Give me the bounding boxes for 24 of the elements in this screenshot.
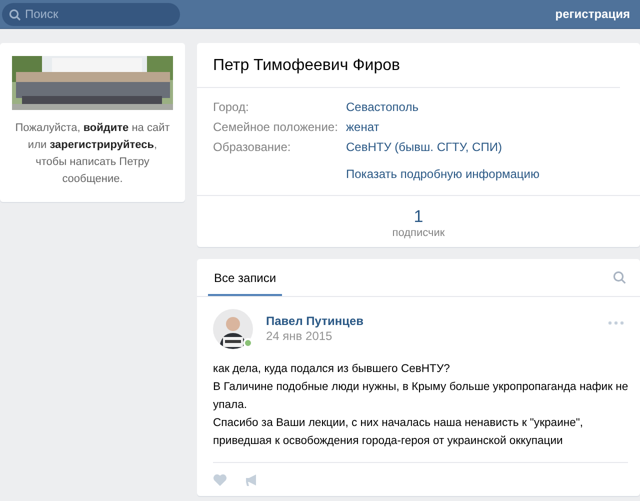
follower-count: 1 [414, 207, 424, 227]
field-value-link[interactable]: женат [346, 120, 380, 134]
field-value-link[interactable]: Севастополь [346, 100, 418, 114]
post-text: Спасибо за Ваши лекции, с них началась наша ненависть к "украине", приведшая к освобождения города-героя от украинской оккупации [213, 416, 584, 449]
wall-tab[interactable]: Все записи [208, 259, 282, 296]
more-icon[interactable] [608, 321, 624, 325]
search-field[interactable]: Поиск [2, 2, 180, 26]
followers-counter[interactable]: 1 подписчик [197, 195, 640, 247]
follower-label: подписчик [392, 227, 445, 239]
profile-name: Петр Тимофеевич Фиров [197, 43, 620, 88]
login-message: Пожалуйста, войдите на сайт или зарегистрируйтесь, чтобы написать Петру сообщение. [14, 121, 171, 187]
show-more-link[interactable]: Показать подробную информацию [346, 167, 540, 181]
register-link[interactable]: регистрация [555, 7, 630, 21]
field-label: Семейное положение: [213, 120, 339, 134]
search-icon [9, 8, 21, 20]
post-text: В Галичине подобные люди нужны, в Крыму больше укропропаганда нафик не упала. [213, 380, 630, 413]
heart-icon[interactable] [213, 474, 227, 486]
search-icon[interactable] [613, 271, 626, 284]
megaphone-icon[interactable] [245, 474, 258, 486]
field-label: Образование: [213, 140, 292, 154]
author-link[interactable]: Павел Путинцев [266, 314, 364, 329]
field-label: Город: [213, 100, 250, 114]
field-value-link[interactable]: СевНТУ (бывш. СГТУ, СПИ) [346, 140, 502, 154]
post-text: как дела, куда подался из бывшего СевНТУ? [213, 362, 451, 377]
